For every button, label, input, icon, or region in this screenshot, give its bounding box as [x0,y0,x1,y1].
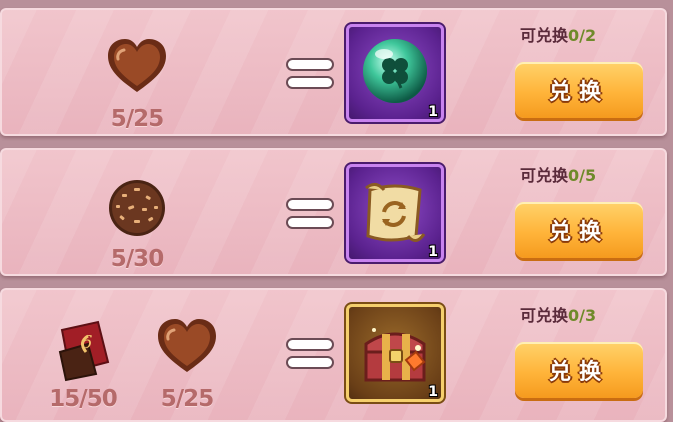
chocolate-bar-icon: 6 [58,320,110,382]
exchange-limit: 可兑换0/5 [520,162,640,186]
exchange-button[interactable]: 兑换 [515,202,643,258]
cost-item: 6 15/50 [38,298,128,412]
cost-count: 5/25 [160,386,214,412]
limit-label: 可兑换 [520,26,569,45]
exchange-row: 6 15/50 5/25 1 可兑换0/3 兑换 [0,288,667,422]
exchange-row: 5/25 1 可兑换0/2 兑换 [0,8,667,136]
equals-sign [288,336,332,372]
svg-text:6: 6 [81,332,92,353]
equals-sign [288,56,332,92]
exchange-button[interactable]: 兑换 [515,62,643,118]
limit-label: 可兑换 [520,306,569,325]
cost-count: 15/50 [49,386,117,412]
exchange-limit: 可兑换0/2 [520,22,640,46]
limit-label: 可兑换 [520,166,569,185]
cost-item: 5/25 [92,18,182,132]
cost-item: 5/30 [92,158,182,272]
exchange-button[interactable]: 兑换 [515,342,643,398]
reward-slot[interactable]: 1 [346,304,444,402]
heart-chocolate-icon [158,319,216,372]
reward-slot[interactable]: 1 [346,164,444,262]
limit-value: 0/5 [568,166,597,185]
equals-sign [288,196,332,232]
reward-quantity: 1 [428,104,438,120]
cost-count: 5/30 [110,246,164,272]
exchange-row: 5/30 1 可兑换0/5 兑换 [0,148,667,276]
truffle-chocolate-icon [109,180,165,236]
limit-value: 0/2 [568,26,597,45]
reward-slot[interactable]: 1 [346,24,444,122]
cost-count: 5/25 [110,106,164,132]
reward-quantity: 1 [428,244,438,260]
limit-value: 0/3 [568,306,597,325]
reward-quantity: 1 [428,384,438,400]
heart-chocolate-icon [108,39,166,92]
cost-item: 5/25 [142,298,232,412]
exchange-limit: 可兑换0/3 [520,302,640,326]
